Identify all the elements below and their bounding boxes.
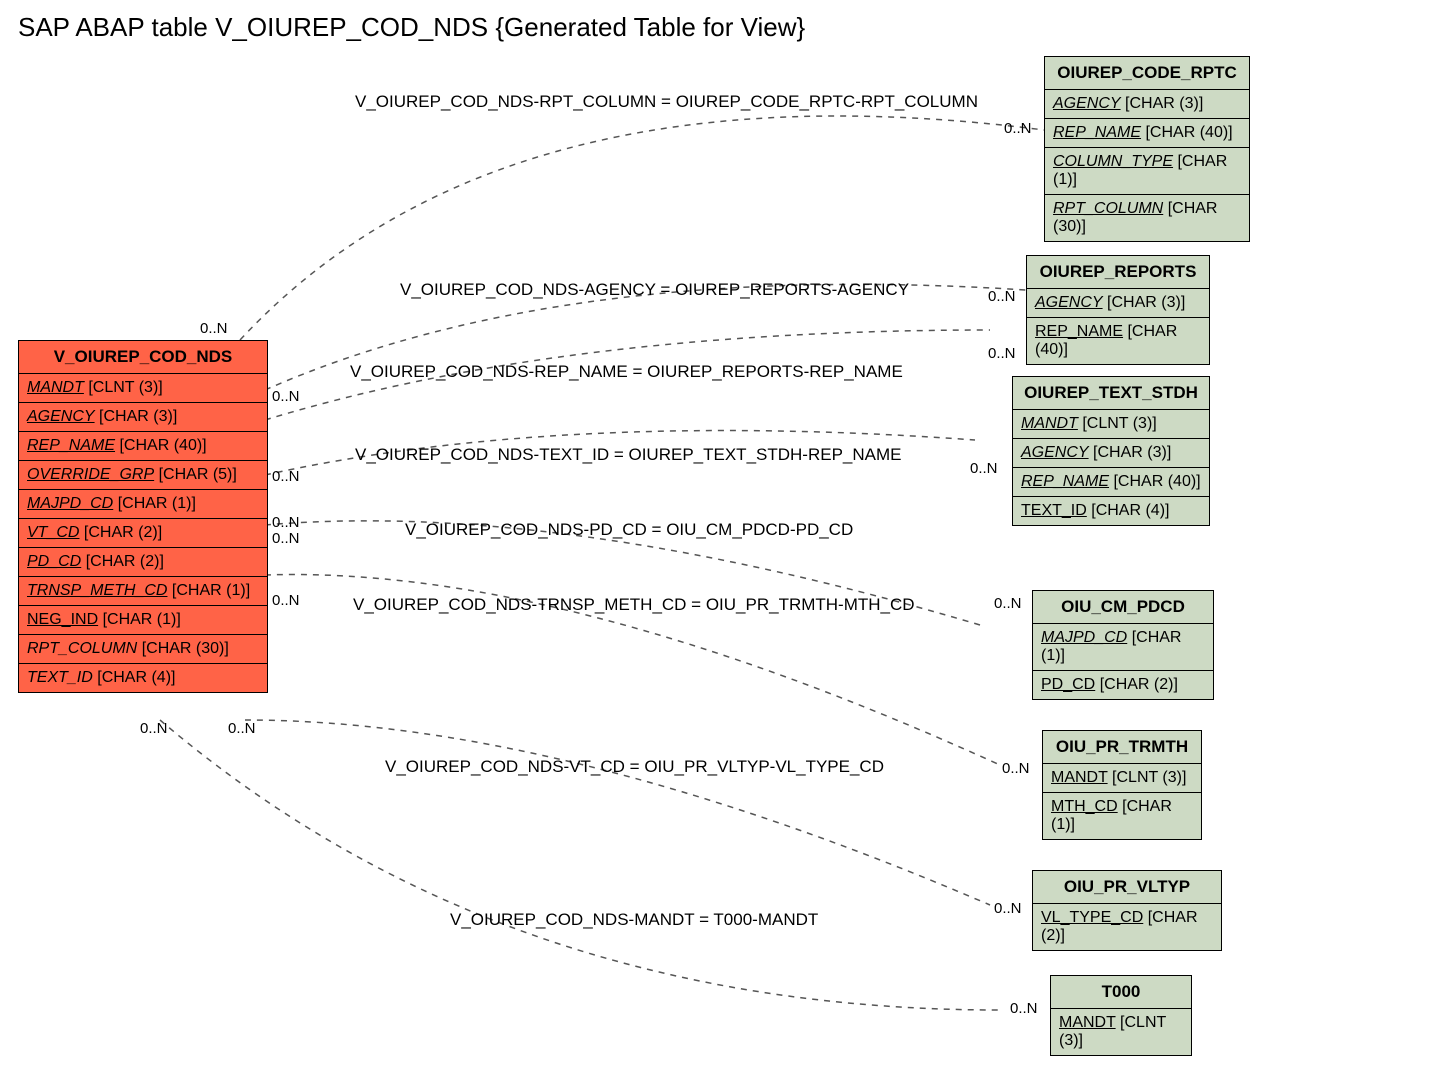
- card-main-r3: 0..N: [272, 468, 300, 485]
- card-stdh: 0..N: [970, 460, 998, 477]
- entity-t000-header: T000: [1051, 976, 1191, 1009]
- rel-label-agency: V_OIUREP_COD_NDS-AGENCY = OIUREP_REPORTS…: [400, 280, 909, 300]
- field-trnsp-meth-cd: TRNSP_METH_CD [CHAR (1)]: [19, 577, 267, 606]
- card-reports-1: 0..N: [988, 288, 1016, 305]
- rel-label-text-id: V_OIUREP_COD_NDS-TEXT_ID = OIUREP_TEXT_S…: [355, 445, 901, 465]
- rel-label-mandt: V_OIUREP_COD_NDS-MANDT = T000-MANDT: [450, 910, 818, 930]
- entity-main: V_OIUREP_COD_NDS MANDT [CLNT (3)] AGENCY…: [18, 340, 268, 693]
- stdh-rep-name: REP_NAME [CHAR (40)]: [1013, 468, 1209, 497]
- t000-mandt: MANDT [CLNT (3)]: [1051, 1009, 1191, 1055]
- entity-reports: OIUREP_REPORTS AGENCY [CHAR (3)] REP_NAM…: [1026, 255, 1210, 365]
- rptc-column-type: COLUMN_TYPE [CHAR (1)]: [1045, 148, 1249, 195]
- field-pd-cd: PD_CD [CHAR (2)]: [19, 548, 267, 577]
- card-main-r2: 0..N: [272, 388, 300, 405]
- rel-label-pd-cd: V_OIUREP_COD_NDS-PD_CD = OIU_CM_PDCD-PD_…: [405, 520, 853, 540]
- card-rptc: 0..N: [1004, 120, 1032, 137]
- field-mandt: MANDT [CLNT (3)]: [19, 374, 267, 403]
- entity-vltyp: OIU_PR_VLTYP VL_TYPE_CD [CHAR (2)]: [1032, 870, 1222, 951]
- field-rpt-column: RPT_COLUMN [CHAR (30)]: [19, 635, 267, 664]
- reports-agency: AGENCY [CHAR (3)]: [1027, 289, 1209, 318]
- field-agency: AGENCY [CHAR (3)]: [19, 403, 267, 432]
- entity-vltyp-header: OIU_PR_VLTYP: [1033, 871, 1221, 904]
- card-vltyp: 0..N: [994, 900, 1022, 917]
- entity-t000: T000 MANDT [CLNT (3)]: [1050, 975, 1192, 1056]
- rel-label-rpt-column: V_OIUREP_COD_NDS-RPT_COLUMN = OIUREP_COD…: [355, 92, 978, 112]
- entity-stdh-header: OIUREP_TEXT_STDH: [1013, 377, 1209, 410]
- rptc-rep-name: REP_NAME [CHAR (40)]: [1045, 119, 1249, 148]
- entity-trmth-header: OIU_PR_TRMTH: [1043, 731, 1201, 764]
- card-t000: 0..N: [1010, 1000, 1038, 1017]
- field-neg-ind: NEG_IND [CHAR (1)]: [19, 606, 267, 635]
- pdcd-pd-cd: PD_CD [CHAR (2)]: [1033, 671, 1213, 699]
- diagram-title: SAP ABAP table V_OIUREP_COD_NDS {Generat…: [18, 12, 805, 43]
- pdcd-majpd-cd: MAJPD_CD [CHAR (1)]: [1033, 624, 1213, 671]
- entity-main-header: V_OIUREP_COD_NDS: [19, 341, 267, 374]
- field-override-grp: OVERRIDE_GRP [CHAR (5)]: [19, 461, 267, 490]
- trmth-mandt: MANDT [CLNT (3)]: [1043, 764, 1201, 793]
- trmth-mth-cd: MTH_CD [CHAR (1)]: [1043, 793, 1201, 839]
- card-main-r6: 0..N: [272, 592, 300, 609]
- rptc-rpt-column: RPT_COLUMN [CHAR (30)]: [1045, 195, 1249, 241]
- entity-reports-header: OIUREP_REPORTS: [1027, 256, 1209, 289]
- card-pdcd: 0..N: [994, 595, 1022, 612]
- card-reports-2: 0..N: [988, 345, 1016, 362]
- field-vt-cd: VT_CD [CHAR (2)]: [19, 519, 267, 548]
- rel-label-trnsp-meth-cd: V_OIUREP_COD_NDS-TRNSP_METH_CD = OIU_PR_…: [353, 595, 915, 615]
- entity-stdh: OIUREP_TEXT_STDH MANDT [CLNT (3)] AGENCY…: [1012, 376, 1210, 526]
- rel-label-vt-cd: V_OIUREP_COD_NDS-VT_CD = OIU_PR_VLTYP-VL…: [385, 757, 884, 777]
- field-text-id: TEXT_ID [CHAR (4)]: [19, 664, 267, 692]
- entity-pdcd: OIU_CM_PDCD MAJPD_CD [CHAR (1)] PD_CD [C…: [1032, 590, 1214, 700]
- card-trmth: 0..N: [1002, 760, 1030, 777]
- entity-pdcd-header: OIU_CM_PDCD: [1033, 591, 1213, 624]
- vltyp-vl-type-cd: VL_TYPE_CD [CHAR (2)]: [1033, 904, 1221, 950]
- card-main-r4: 0..N: [272, 514, 300, 531]
- entity-trmth: OIU_PR_TRMTH MANDT [CLNT (3)] MTH_CD [CH…: [1042, 730, 1202, 840]
- card-main-r5: 0..N: [272, 530, 300, 547]
- card-main-top: 0..N: [200, 320, 228, 337]
- stdh-mandt: MANDT [CLNT (3)]: [1013, 410, 1209, 439]
- rptc-agency: AGENCY [CHAR (3)]: [1045, 90, 1249, 119]
- stdh-text-id: TEXT_ID [CHAR (4)]: [1013, 497, 1209, 525]
- field-majpd-cd: MAJPD_CD [CHAR (1)]: [19, 490, 267, 519]
- entity-rptc: OIUREP_CODE_RPTC AGENCY [CHAR (3)] REP_N…: [1044, 56, 1250, 242]
- card-main-b2: 0..N: [140, 720, 168, 737]
- card-main-b1: 0..N: [228, 720, 256, 737]
- entity-rptc-header: OIUREP_CODE_RPTC: [1045, 57, 1249, 90]
- rel-label-rep-name: V_OIUREP_COD_NDS-REP_NAME = OIUREP_REPOR…: [350, 362, 903, 382]
- reports-rep-name: REP_NAME [CHAR (40)]: [1027, 318, 1209, 364]
- field-rep-name: REP_NAME [CHAR (40)]: [19, 432, 267, 461]
- stdh-agency: AGENCY [CHAR (3)]: [1013, 439, 1209, 468]
